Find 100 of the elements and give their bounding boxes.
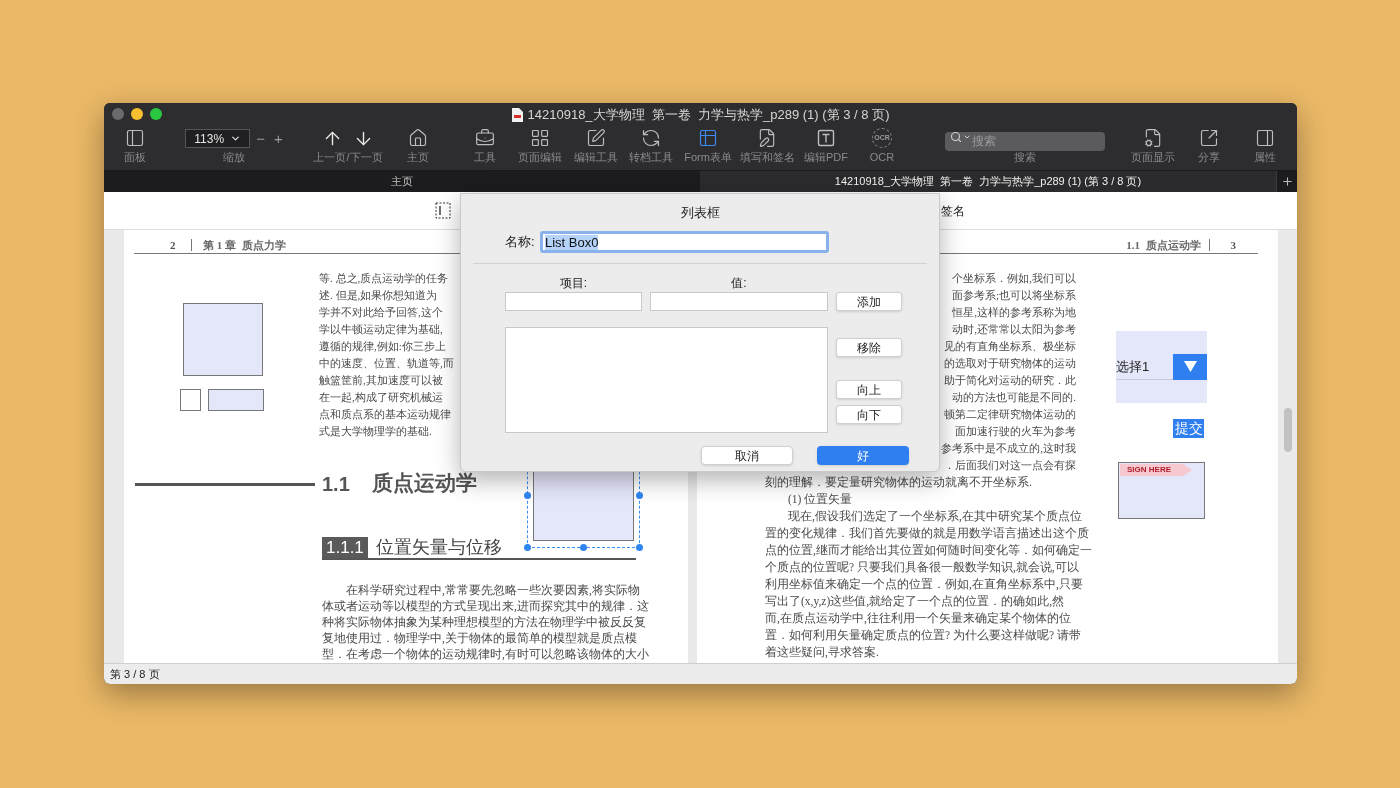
ok-button[interactable]: 好 — [817, 446, 909, 465]
text-line: 助于简化对运动的研究．此 — [944, 373, 1076, 388]
text-line: 述. 但是,如果你想知道为 — [319, 288, 438, 303]
text-line: 点和质点系的基本运动规律 — [319, 407, 451, 422]
text-line: 学以牛顿运动定律为基础, — [319, 322, 443, 337]
subsection-title: 位置矢量与位移 — [375, 537, 502, 558]
section-number: 1.1 — [322, 472, 350, 497]
dialog-title: 列表框 — [680, 203, 720, 222]
text-line: 动的方法也可能是不同的. — [952, 390, 1076, 405]
resize-handle[interactable] — [524, 544, 531, 551]
text-line: 在科学研究过程中,常常要先忽略一些次要因素,将实际物 — [345, 583, 640, 598]
dropdown[interactable]: 选择1 — [1116, 354, 1207, 380]
document-tab[interactable]: 主页 — [104, 171, 700, 192]
text-line: 种将实际物体抽象为某种理想模型的方法在物理学中被反反复 — [322, 615, 646, 630]
window-control[interactable] — [131, 107, 143, 120]
chevron-down-icon — [230, 133, 242, 144]
text-line: 等. 总之,质点运动学的任务 — [319, 271, 449, 286]
text-line: 式是大学物理学的基础. — [319, 424, 432, 439]
text-line: 触篮筐前,其加速度可以被 — [319, 373, 443, 388]
pdf-file-icon — [511, 107, 523, 122]
dialog-button[interactable]: 向下 — [836, 405, 902, 424]
form-field[interactable] — [183, 303, 263, 376]
text-line: 型．在考虑一个物体的运动规律时,有时可以忽略该物体的大小 — [322, 647, 649, 662]
toolbar-label: 搜索 — [1014, 151, 1036, 164]
toolbar-button[interactable]: 分享 — [1182, 124, 1236, 164]
text-line: 面参考系;也可以将坐标系 — [951, 288, 1076, 303]
triangle-down-icon — [1183, 361, 1197, 372]
add-button[interactable]: 添加 — [836, 292, 902, 311]
dialog-button[interactable]: 移除 — [836, 338, 902, 357]
signature-field[interactable]: SIGN HERE — [1118, 462, 1205, 519]
toolbar-button[interactable]: 填写和签名 — [740, 124, 794, 164]
toolbar-label: 缩放 — [223, 151, 245, 164]
window-title: 14210918_大学物理 第一卷 力学与热学_p289 (1) (第 3 / 8 页) — [527, 105, 890, 124]
text-line: (1) 位置矢量 — [787, 492, 853, 508]
column-label: 值: — [730, 275, 748, 290]
section-header: 1.1 质点运动学 — [1126, 237, 1201, 253]
resize-handle[interactable] — [580, 544, 587, 551]
dashed-box-icon[interactable] — [435, 202, 451, 219]
text-line: 参考系中是不成立的,这时我 — [941, 441, 1076, 456]
text-line: 复地使用过．物理学中,关于物体的最简单的模型就是质点模 — [322, 631, 637, 646]
toolbar-button[interactable]: 编辑工具 — [569, 124, 623, 164]
toolbar-button[interactable]: 属性 — [1238, 124, 1292, 164]
toolbar-button[interactable]: 工具 — [458, 124, 512, 164]
toolbar-button[interactable]: 主页 — [391, 124, 445, 164]
text-line: 置．如何利用矢量确定质点的位置? 为什么要这样做呢? 请带 — [765, 628, 1081, 643]
chevron-down-icon — [963, 133, 971, 141]
sign-here-tag: SIGN HERE — [1120, 464, 1192, 476]
text-line: 利用坐标值来确定一个点的位置．例如,在直角坐标系中,只要 — [765, 577, 1083, 592]
submit-button[interactable]: 提交 — [1173, 419, 1204, 438]
toolbar-button[interactable]: 页面编辑 — [513, 124, 567, 164]
zoom-dropdown[interactable]: 113% — [185, 129, 251, 148]
field-label: 名称: — [505, 233, 536, 252]
zoom-in-button[interactable]: + — [274, 131, 283, 146]
text-line: 遵循的规律,例如:你三步上 — [319, 339, 446, 354]
subsection-number: 1.1.1 — [322, 537, 368, 558]
text-line: 着这些疑问,寻求答案. — [765, 645, 879, 660]
cancel-button[interactable]: 取消 — [701, 446, 793, 465]
text-line: 动时,还常常以太阳为参考 — [952, 322, 1076, 337]
search-field[interactable]: 搜索 — [945, 131, 1105, 151]
section-title: 质点运动学 — [371, 470, 477, 498]
text-line: 学并不对此给予回答,这个 — [319, 305, 443, 320]
resize-handle[interactable] — [636, 544, 643, 551]
text-line: 置的变化规律．我们首先要做的就是用数学语言描述出这个质 — [765, 526, 1089, 541]
toolbar-label: 上一页/下一页 — [313, 151, 383, 164]
toolbar-button[interactable]: 面板 — [108, 124, 162, 164]
toolbar-button[interactable]: Form表单 — [681, 124, 735, 164]
item-field[interactable] — [505, 292, 642, 311]
text-line: 的选取对于研究物体的运动 — [944, 356, 1076, 371]
column-label: 项目: — [558, 275, 589, 290]
toolbar-button[interactable]: 编辑PDF — [799, 124, 853, 164]
plus-icon — [1280, 175, 1294, 188]
resize-handle[interactable] — [636, 492, 643, 499]
text-line: 中的速度、位置、轨道等,而 — [319, 356, 454, 371]
search-icon — [950, 131, 962, 143]
toolbar-item[interactable]: 签名 — [941, 201, 965, 220]
text-line: ．后面我们对这一点会有探 — [944, 458, 1076, 473]
window-control[interactable] — [150, 107, 162, 120]
text-line: 写出了(x,y,z)这些值,就给定了一个点的位置．的确如此,然 — [765, 594, 1065, 610]
new-tab-button[interactable] — [1276, 171, 1297, 192]
checkbox-field[interactable] — [180, 389, 201, 411]
text-line: 个质点的位置呢? 只要我们具备很一般数学知识,就会说,可以 — [765, 560, 1079, 575]
text-line: 个坐标系．例如,我们可以 — [952, 271, 1076, 286]
page-number: 3 — [1230, 237, 1236, 253]
value-field[interactable] — [650, 292, 828, 311]
name-field[interactable]: List Box0 — [540, 231, 829, 253]
form-field[interactable] — [208, 389, 264, 411]
text-line: 在一起,构成了研究机械运 — [319, 390, 443, 405]
scrollbar-thumb[interactable] — [1283, 408, 1292, 452]
text-line: 体或者运动等以模型的方式呈现出来,进而探究其中的规律．这 — [322, 599, 649, 614]
status-text: 第 3 / 8 页 — [110, 666, 160, 682]
zoom-out-button[interactable]: − — [256, 131, 265, 146]
toolbar-button[interactable]: 页面显示 — [1126, 124, 1180, 164]
text-line: 恒星,这样的参考系称为地 — [952, 305, 1076, 320]
dialog-button[interactable]: 向上 — [836, 380, 902, 399]
text-line: 面加速行驶的火车为参考 — [955, 424, 1076, 439]
chapter-title: 第 1 章 质点力学 — [203, 237, 286, 253]
text-line: 刻的理解．要定量研究物体的运动就离不开坐标系. — [765, 475, 1032, 490]
toolbar-button[interactable]: 转档工具 — [624, 124, 678, 164]
page-number: 2 — [170, 237, 177, 253]
resize-handle[interactable] — [524, 492, 531, 499]
